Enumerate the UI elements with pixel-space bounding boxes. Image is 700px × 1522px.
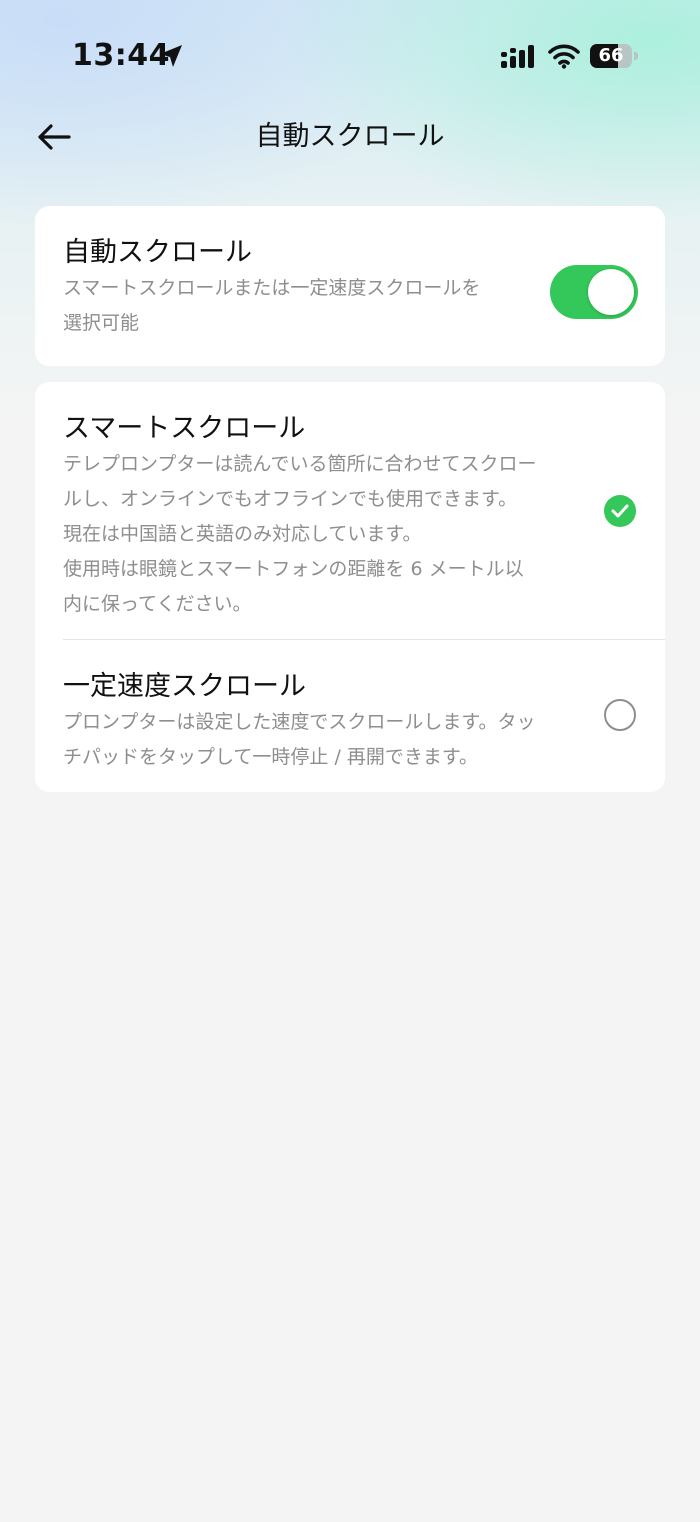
battery-indicator: 66 — [590, 44, 638, 68]
back-arrow-icon — [38, 124, 71, 150]
status-time: 13:44 — [72, 38, 170, 73]
auto-scroll-card: 自動スクロール スマートスクロールまたは一定速度スクロールを 選択可能 — [35, 206, 665, 366]
battery-cap — [634, 52, 638, 60]
location-arrow-icon — [158, 43, 184, 69]
status-bar: 13:44 66 — [0, 0, 700, 110]
scroll-mode-card: スマートスクロール テレプロンプターは読んでいる箇所に合わせてスクロー ルし、オ… — [35, 382, 665, 792]
smart-scroll-desc-line: テレプロンプターは読んでいる箇所に合わせてスクロー — [63, 453, 537, 475]
auto-scroll-desc-line: 選択可能 — [63, 312, 140, 334]
auto-scroll-toggle[interactable] — [550, 265, 638, 319]
smart-scroll-desc-line: ルし、オンラインでもオフラインでも使用できます。 — [63, 488, 518, 510]
constant-speed-scroll-option[interactable]: 一定速度スクロール プロンプターは設定した速度でスクロールします。タッ チパッド… — [35, 640, 665, 792]
smart-scroll-desc-line: 内に保ってください。 — [63, 593, 252, 615]
auto-scroll-description: スマートスクロールまたは一定速度スクロールを 選択可能 — [63, 271, 480, 341]
battery-body: 66 — [590, 44, 632, 68]
constant-speed-scroll-title: 一定速度スクロール — [63, 671, 306, 702]
smart-scroll-desc-line: 使用時は眼鏡とスマートフォンの距離を 6 メートル以 — [63, 558, 524, 580]
smart-scroll-option[interactable]: スマートスクロール テレプロンプターは読んでいる箇所に合わせてスクロー ルし、オ… — [35, 382, 665, 639]
constant-speed-desc-line: プロンプターは設定した速度でスクロールします。タッ — [63, 711, 536, 733]
auto-scroll-desc-line: スマートスクロールまたは一定速度スクロールを — [63, 277, 481, 299]
toggle-knob — [588, 269, 634, 315]
constant-speed-scroll-radio[interactable] — [604, 699, 636, 731]
smart-scroll-description: テレプロンプターは読んでいる箇所に合わせてスクロー ルし、オンラインでもオフライ… — [63, 447, 536, 622]
cellular-signal-icon — [500, 44, 538, 70]
checkmark-icon — [611, 504, 629, 518]
back-button[interactable] — [30, 114, 78, 160]
navigation-bar: 自動スクロール — [0, 100, 700, 174]
smart-scroll-title: スマートスクロール — [63, 413, 306, 444]
page-title: 自動スクロール — [255, 121, 445, 152]
constant-speed-desc-line: チパッドをタップして一時停止 / 再開できます。 — [63, 746, 479, 768]
wifi-icon — [548, 43, 580, 69]
smart-scroll-radio-checked[interactable] — [604, 495, 636, 527]
auto-scroll-title: 自動スクロール — [63, 237, 252, 268]
battery-percent: 66 — [598, 45, 624, 66]
constant-speed-scroll-description: プロンプターは設定した速度でスクロールします。タッ チパッドをタップして一時停止… — [63, 705, 536, 775]
smart-scroll-desc-line: 現在は中国語と英語のみ対応しています。 — [63, 523, 422, 545]
